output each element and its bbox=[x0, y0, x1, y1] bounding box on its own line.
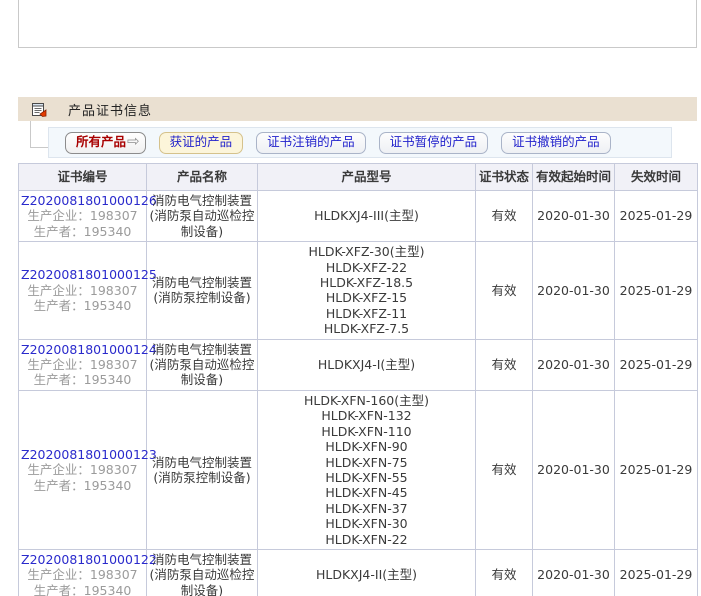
arrow-right-icon: ⇨ bbox=[127, 134, 140, 149]
status-cell: 有效 bbox=[476, 339, 533, 390]
product-name-cell: 消防电气控制装置 (消防泵控制设备) bbox=[147, 242, 258, 339]
top-panel bbox=[18, 0, 697, 48]
header-cert-no: 证书编号 bbox=[19, 164, 147, 191]
valid-from-cell: 2020-01-30 bbox=[533, 339, 615, 390]
valid-to-cell: 2025-01-29 bbox=[615, 339, 698, 390]
producer-id: 生产者：195340 bbox=[21, 583, 144, 596]
tab-all-products-label: 所有产品 bbox=[76, 136, 126, 149]
product-models-cell: HLDKXJ4-III(主型) bbox=[258, 191, 476, 242]
product-filter-tab-strip: 所有产品 ⇨ 获证的产品 证书注销的产品 证书暂停的产品 证书撤销的产品 bbox=[48, 127, 672, 158]
header-valid-to: 失效时间 bbox=[615, 164, 698, 191]
cert-number-link[interactable]: Z2020081801000123 bbox=[21, 447, 144, 462]
product-models-cell: HLDK-XFZ-30(主型) HLDK-XFZ-22 HLDK-XFZ-18.… bbox=[258, 242, 476, 339]
table-row: Z2020081801000126 生产企业：198307 生产者：195340… bbox=[19, 191, 698, 242]
producer-id: 生产者：195340 bbox=[21, 372, 144, 387]
manufacturer-id: 生产企业：198307 bbox=[21, 208, 144, 223]
table-row: Z2020081801000125 生产企业：198307 生产者：195340… bbox=[19, 242, 698, 339]
status-cell: 有效 bbox=[476, 390, 533, 549]
status-cell: 有效 bbox=[476, 242, 533, 339]
status-cell: 有效 bbox=[476, 549, 533, 596]
status-cell: 有效 bbox=[476, 191, 533, 242]
tab-cancelled-certificates[interactable]: 证书注销的产品 bbox=[256, 132, 366, 154]
product-name-cell: 消防电气控制装置 (消防泵自动巡检控 制设备) bbox=[147, 549, 258, 596]
producer-id: 生产者：195340 bbox=[21, 478, 144, 493]
cert-number-link[interactable]: Z2020081801000124 bbox=[21, 342, 144, 357]
cert-number-link[interactable]: Z2020081801000126 bbox=[21, 193, 144, 208]
header-valid-from: 有效起始时间 bbox=[533, 164, 615, 191]
header-product-model: 产品型号 bbox=[258, 164, 476, 191]
tab-suspended-certificates[interactable]: 证书暂停的产品 bbox=[379, 132, 489, 154]
valid-to-cell: 2025-01-29 bbox=[615, 549, 698, 596]
valid-to-cell: 2025-01-29 bbox=[615, 242, 698, 339]
product-models-cell: HLDK-XFN-160(主型) HLDK-XFN-132 HLDK-XFN-1… bbox=[258, 390, 476, 549]
header-cert-status: 证书状态 bbox=[476, 164, 533, 191]
cert-number-link[interactable]: Z2020081801000125 bbox=[21, 267, 144, 282]
cert-number-link[interactable]: Z2020081801000122 bbox=[21, 552, 144, 567]
producer-id: 生产者：195340 bbox=[21, 224, 144, 239]
valid-from-cell: 2020-01-30 bbox=[533, 242, 615, 339]
tab-revoked-certificates[interactable]: 证书撤销的产品 bbox=[501, 132, 611, 154]
section-title: 产品证书信息 bbox=[68, 100, 152, 119]
table-row: Z2020081801000122 生产企业：198307 生产者：195340… bbox=[19, 549, 698, 596]
product-models-cell: HLDKXJ4-II(主型) bbox=[258, 549, 476, 596]
manufacturer-id: 生产企业：198307 bbox=[21, 462, 144, 477]
producer-id: 生产者：195340 bbox=[21, 298, 144, 313]
cert-cell: Z2020081801000126 生产企业：198307 生产者：195340 bbox=[19, 191, 147, 242]
product-name-cell: 消防电气控制装置 (消防泵控制设备) bbox=[147, 390, 258, 549]
certificate-table: 证书编号 产品名称 产品型号 证书状态 有效起始时间 失效时间 Z2020081… bbox=[18, 163, 698, 596]
table-header-row: 证书编号 产品名称 产品型号 证书状态 有效起始时间 失效时间 bbox=[19, 164, 698, 191]
valid-to-cell: 2025-01-29 bbox=[615, 191, 698, 242]
manufacturer-id: 生产企业：198307 bbox=[21, 357, 144, 372]
manufacturer-id: 生产企业：198307 bbox=[21, 283, 144, 298]
valid-from-cell: 2020-01-30 bbox=[533, 549, 615, 596]
cert-cell: Z2020081801000124 生产企业：198307 生产者：195340 bbox=[19, 339, 147, 390]
manufacturer-id: 生产企业：198307 bbox=[21, 567, 144, 582]
table-row: Z2020081801000123 生产企业：198307 生产者：195340… bbox=[19, 390, 698, 549]
table-row: Z2020081801000124 生产企业：198307 生产者：195340… bbox=[19, 339, 698, 390]
cert-cell: Z2020081801000123 生产企业：198307 生产者：195340 bbox=[19, 390, 147, 549]
header-product-name: 产品名称 bbox=[147, 164, 258, 191]
valid-to-cell: 2025-01-29 bbox=[615, 390, 698, 549]
product-name-cell: 消防电气控制装置 (消防泵自动巡检控 制设备) bbox=[147, 339, 258, 390]
notepad-red-arrow-icon bbox=[31, 101, 47, 117]
page-root: 产品证书信息 所有产品 ⇨ 获证的产品 证书注销的产品 证书暂停的产品 证书撤销… bbox=[0, 0, 701, 596]
cert-cell: Z2020081801000122 生产企业：198307 生产者：195340 bbox=[19, 549, 147, 596]
cert-cell: Z2020081801000125 生产企业：198307 生产者：195340 bbox=[19, 242, 147, 339]
tree-connector-horizontal bbox=[30, 147, 48, 148]
tree-connector-vertical bbox=[30, 121, 31, 147]
tab-all-products[interactable]: 所有产品 ⇨ bbox=[65, 132, 146, 154]
product-models-cell: HLDKXJ4-I(主型) bbox=[258, 339, 476, 390]
product-name-cell: 消防电气控制装置 (消防泵自动巡检控 制设备) bbox=[147, 191, 258, 242]
section-header-bar: 产品证书信息 bbox=[18, 97, 697, 121]
tab-certified-products[interactable]: 获证的产品 bbox=[159, 132, 244, 154]
valid-from-cell: 2020-01-30 bbox=[533, 390, 615, 549]
valid-from-cell: 2020-01-30 bbox=[533, 191, 615, 242]
